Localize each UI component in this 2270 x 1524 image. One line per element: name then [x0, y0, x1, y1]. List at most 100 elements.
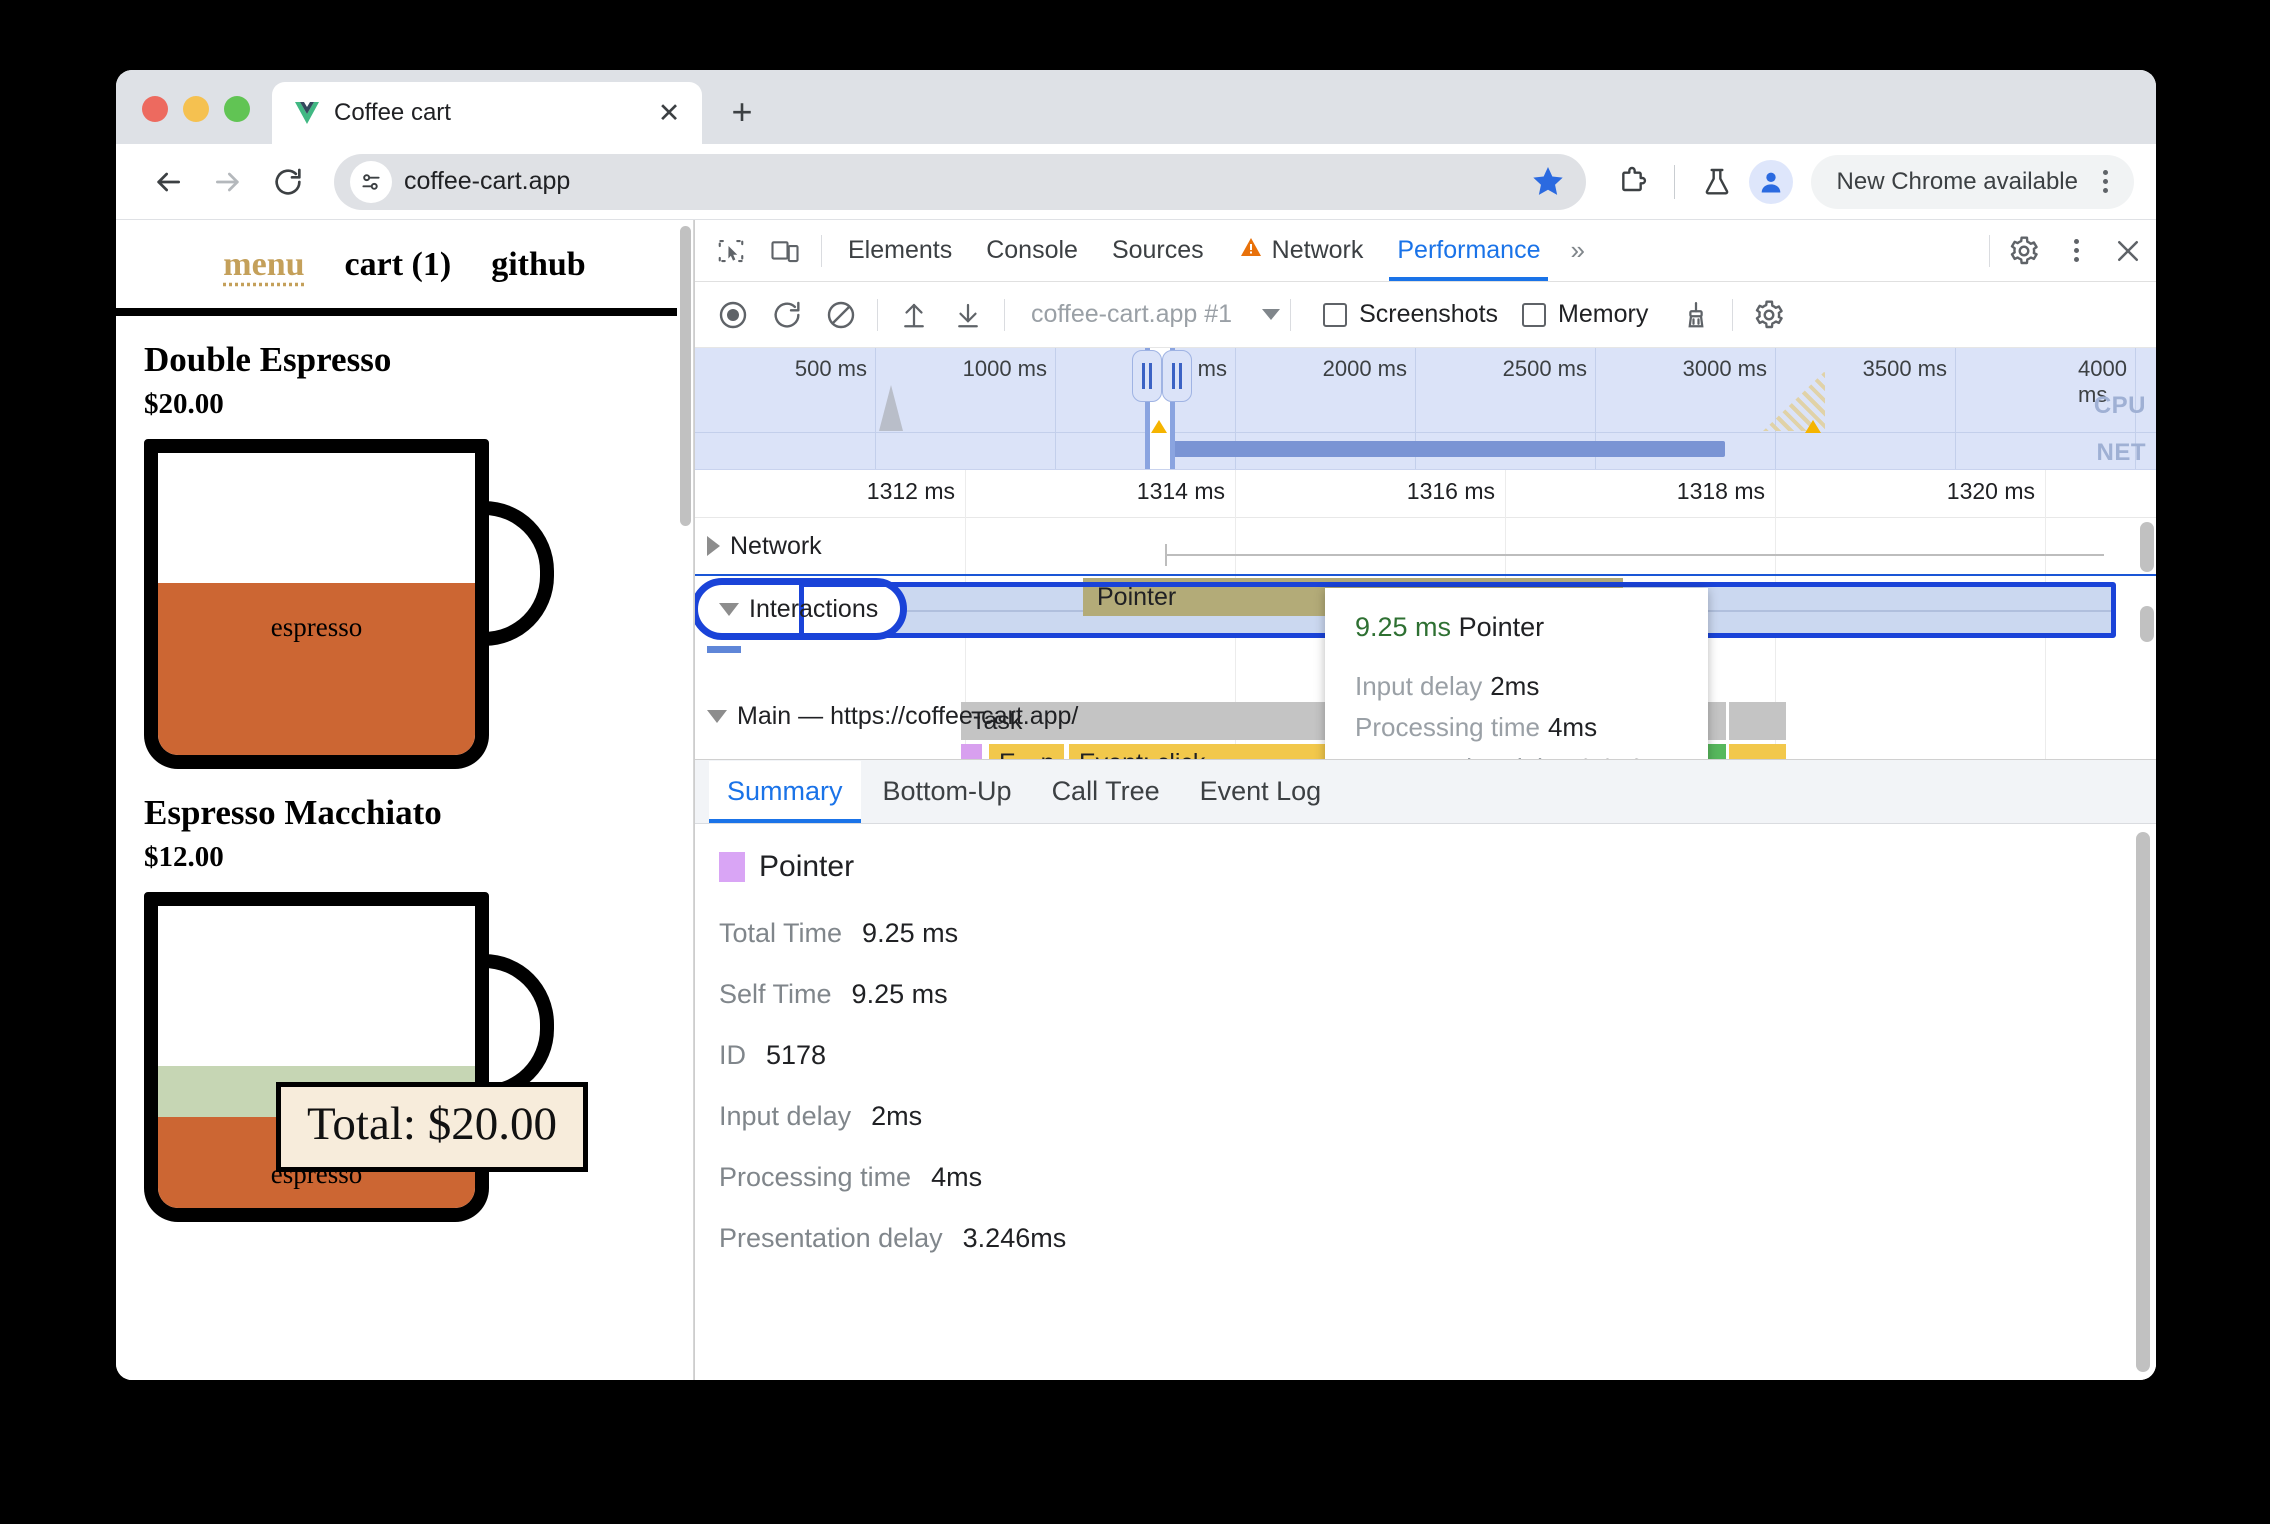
overview-window-right-handle[interactable]: [1162, 350, 1192, 402]
toolbar-divider: [1004, 298, 1005, 331]
toolbar-divider: [821, 234, 822, 267]
chevron-down-icon[interactable]: [719, 602, 739, 616]
nav-link-menu[interactable]: menu: [223, 246, 304, 284]
track-main-header[interactable]: Main — https://coffee-cart.app/: [695, 668, 1078, 759]
tooltip-row-value: 3.246ms: [1578, 753, 1678, 759]
overview-tick-label: 2000 ms: [1322, 356, 1407, 381]
tab-event-log[interactable]: Event Log: [1182, 761, 1340, 823]
close-icon[interactable]: ✕: [652, 96, 686, 130]
overview-gridline: [1775, 348, 1776, 469]
summary-scrollbar-thumb[interactable]: [2136, 832, 2150, 1372]
extensions-puzzle-icon[interactable]: [1604, 154, 1660, 210]
summary-scrollbar[interactable]: [2136, 832, 2150, 1372]
web-page-pane: menu cart (1) github Double Espresso $20…: [116, 220, 694, 1380]
new-tab-button[interactable]: +: [718, 88, 766, 136]
reload-icon[interactable]: [260, 154, 316, 210]
cup-ingredient-label: espresso: [270, 612, 363, 642]
timeline-tracks[interactable]: 1312 ms 1314 ms 1316 ms 1318 ms 1320 ms …: [695, 470, 2156, 760]
timeline-overview[interactable]: 500 ms 1000 ms 1500 ms 2000 ms 2500 ms 3…: [695, 348, 2156, 470]
summary-row: Input delay 2ms: [719, 1101, 2156, 1132]
profile-select[interactable]: coffee-cart.app #1: [1031, 300, 1281, 329]
overview-gridline: [1955, 348, 1956, 469]
forward-arrow-icon[interactable]: [200, 154, 256, 210]
flask-icon[interactable]: [1689, 154, 1745, 210]
interactions-label-overlay[interactable]: Interactions: [707, 578, 878, 640]
tooltip-row: Input delay 2ms: [1355, 671, 1678, 702]
tracks-scrollbar-thumb-secondary[interactable]: [2140, 606, 2154, 642]
tooltip-row-key: Presentation delay: [1355, 753, 1570, 759]
clear-prohibited-icon[interactable]: [815, 291, 867, 339]
kebab-menu-icon[interactable]: [2050, 227, 2102, 275]
overview-gridline: [875, 348, 876, 469]
page-header-rule: [116, 308, 693, 316]
drawer-tabbar: Summary Bottom-Up Call Tree Event Log: [695, 760, 2156, 824]
profile-select-label: coffee-cart.app #1: [1031, 300, 1233, 328]
upload-profile-icon[interactable]: [888, 291, 940, 339]
toolbar-divider: [1989, 234, 1990, 267]
back-arrow-icon[interactable]: [140, 154, 196, 210]
tracks-scrollbar[interactable]: [2140, 522, 2154, 642]
overview-window-left-handle[interactable]: [1132, 350, 1162, 402]
chevron-down-icon: [1262, 309, 1281, 320]
overview-tick-label: 3500 ms: [1862, 356, 1947, 381]
close-icon[interactable]: [2102, 227, 2154, 275]
tooltip-row: Presentation delay 3.246ms: [1355, 753, 1678, 759]
screenshots-checkbox[interactable]: Screenshots: [1323, 300, 1498, 329]
tab-bottom-up[interactable]: Bottom-Up: [865, 761, 1030, 823]
tab-label: Performance: [1397, 236, 1541, 264]
tab-console[interactable]: Console: [970, 221, 1094, 281]
profile-avatar-icon[interactable]: [1748, 159, 1793, 204]
collect-garbage-brush-icon[interactable]: [1670, 291, 1722, 339]
capture-settings-gear-icon[interactable]: [1743, 291, 1795, 339]
tab-elements[interactable]: Elements: [832, 221, 968, 281]
tab-sources[interactable]: Sources: [1096, 221, 1220, 281]
device-toolbar-icon[interactable]: [759, 227, 811, 275]
product-card[interactable]: Double Espresso $20.00 espresso: [116, 316, 693, 769]
update-chip-label: New Chrome available: [1836, 167, 2078, 195]
chevron-right-icon[interactable]: [707, 536, 720, 556]
memory-checkbox[interactable]: Memory: [1522, 300, 1648, 329]
overview-tick-label: 2500 ms: [1502, 356, 1587, 381]
maximize-window-button[interactable]: [224, 96, 250, 122]
new-chrome-available-chip[interactable]: New Chrome available: [1810, 154, 2134, 209]
kebab-menu-icon[interactable]: [2090, 164, 2120, 200]
tab-call-tree[interactable]: Call Tree: [1034, 761, 1178, 823]
tab-performance[interactable]: Performance: [1381, 221, 1556, 281]
tab-network[interactable]: Network: [1222, 221, 1380, 281]
close-window-button[interactable]: [142, 96, 168, 122]
summary-key: Total Time: [719, 918, 843, 948]
download-profile-icon[interactable]: [942, 291, 994, 339]
minimize-window-button[interactable]: [183, 96, 209, 122]
page-scrollbar-thumb[interactable]: [680, 226, 691, 526]
viewport: menu cart (1) github Double Espresso $20…: [116, 220, 2156, 1380]
reload-record-icon[interactable]: [761, 291, 813, 339]
ruler-tick-label: 1316 ms: [1406, 478, 1495, 504]
page-scrollbar[interactable]: [677, 220, 693, 1380]
track-network-header[interactable]: Network: [695, 518, 822, 574]
star-icon[interactable]: [1530, 164, 1566, 200]
summary-row: Total Time 9.25 ms: [719, 918, 2156, 949]
window-traffic-lights: [116, 96, 272, 144]
track-network[interactable]: Network: [695, 518, 2156, 574]
tracks-scrollbar-thumb[interactable]: [2140, 522, 2154, 572]
nav-link-github[interactable]: github: [491, 246, 586, 284]
record-circle-icon[interactable]: [707, 291, 759, 339]
settings-gear-icon[interactable]: [1998, 227, 2050, 275]
browser-toolbar: coffee-cart.app New Chrome available: [116, 144, 2156, 220]
overview-gridline: [1055, 348, 1056, 469]
coffee-cup-graphic[interactable]: espresso: [144, 439, 554, 769]
nav-link-cart[interactable]: cart (1): [345, 246, 452, 284]
tab-summary[interactable]: Summary: [709, 760, 861, 823]
tune-icon[interactable]: [350, 160, 392, 203]
flame-item[interactable]: [1729, 702, 1787, 740]
coffee-cup-graphic[interactable]: espresso: [144, 892, 554, 1222]
address-bar[interactable]: coffee-cart.app: [334, 153, 1586, 210]
product-name: Double Espresso: [144, 340, 392, 379]
overview-cpu-label: CPU: [2093, 392, 2146, 419]
flame-item-yellow[interactable]: [1729, 744, 1787, 759]
inspect-element-icon[interactable]: [705, 227, 757, 275]
more-tabs-icon[interactable]: »: [1558, 235, 1596, 266]
tooltip-row-key: Input delay: [1355, 671, 1483, 701]
browser-tab[interactable]: Coffee cart ✕: [272, 82, 702, 144]
chevron-down-icon[interactable]: [707, 709, 727, 723]
